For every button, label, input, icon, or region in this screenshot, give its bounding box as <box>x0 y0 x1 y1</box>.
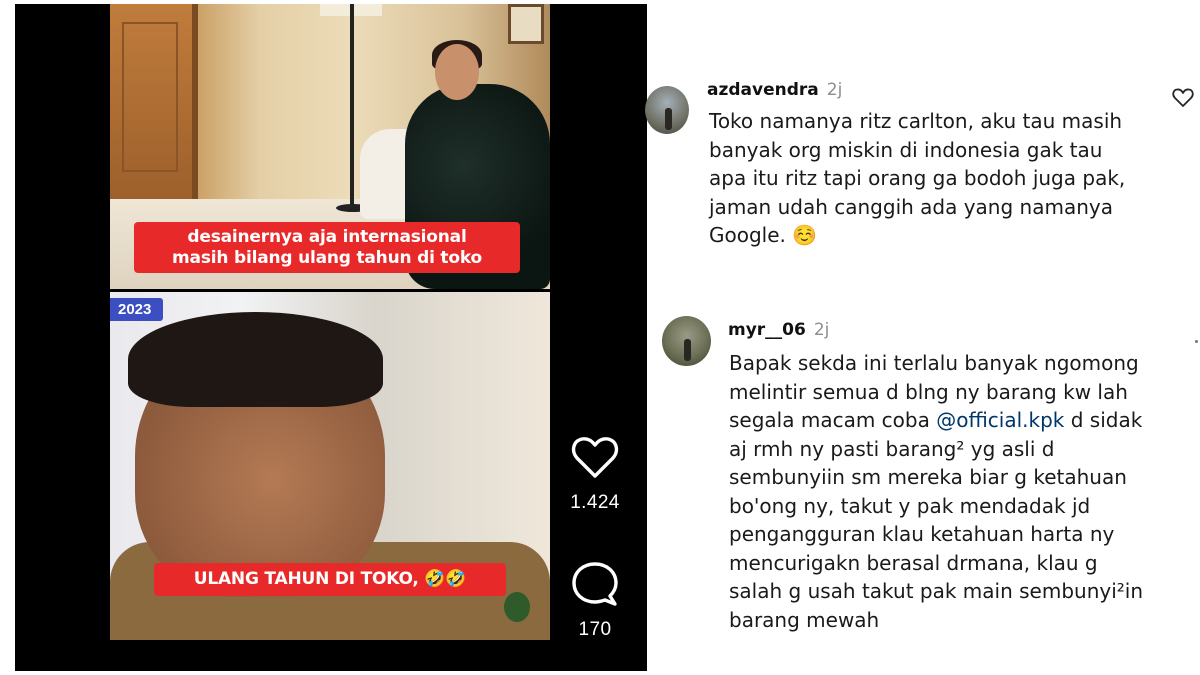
heart-outline-icon <box>571 437 619 478</box>
comment-line: mencurigakn berasal drmana, klau g <box>729 550 1098 575</box>
mention-link[interactable]: @official.kpk <box>936 408 1064 432</box>
man-hair <box>128 312 383 407</box>
username[interactable]: myr__06 <box>728 320 806 340</box>
caption-top-line: masih bilang ulang tahun di toko <box>172 247 482 268</box>
comment-count: 170 <box>578 619 612 640</box>
comment-line: Bapak sekda ini terlalu banyak ngomong <box>729 351 1139 375</box>
comment-line: apa itu ritz tapi orang ga bodoh juga pa… <box>709 166 1126 190</box>
like-button[interactable]: 1.424 <box>563 436 627 514</box>
comment-line: pengangguran klau ketahuan harta ny <box>729 522 1115 546</box>
comment-line-with-mention: segala macam coba @official.kpk d sidak <box>729 406 1143 435</box>
caption-top-line: desainernya aja internasional <box>187 227 467 247</box>
caption-bottom: ULANG TAHUN DI TOKO, 🤣🤣 <box>154 563 506 596</box>
video-clip-top: desainernya aja internasional masih bila… <box>110 4 550 289</box>
comment-time: 2j <box>826 80 843 100</box>
speech-bubble-icon <box>572 562 618 606</box>
comment-header: azdavendra 2j <box>707 80 842 100</box>
comment-line: jaman udah canggih ada yang namanya <box>709 194 1113 219</box>
comment-line: Toko namanya ritz carlton, aku tau masih <box>709 109 1123 133</box>
username[interactable]: azdavendra <box>707 80 819 100</box>
uniform-badge <box>504 592 530 622</box>
video-clip-bottom: 2023 ULANG TAHUN DI TOKO, 🤣🤣 <box>110 292 550 640</box>
comment-text: Toko namanya ritz carlton, aku tau masih… <box>709 107 1125 250</box>
avatar[interactable] <box>662 316 711 366</box>
floor-lamp <box>350 4 354 209</box>
woman-face <box>435 44 479 100</box>
comment-fragment: d sidak <box>1064 408 1143 432</box>
comment-line: barang mewah <box>729 607 880 632</box>
comment-line: bo'ong ny, takut y pak mendadak jd <box>729 493 1091 518</box>
comment-header: myr__06 2j <box>728 320 829 340</box>
year-tag: 2023 <box>110 298 164 321</box>
comment-line: sembunyiin sm mereka biar g ketahuan <box>729 465 1127 489</box>
comment-text: Bapak sekda ini terlalu banyak ngomong m… <box>729 349 1143 634</box>
comment-line: aj rmh ny pasti barang² yg asli d <box>729 436 1055 461</box>
more-options-icon[interactable] <box>1195 340 1198 343</box>
like-count: 1.424 <box>570 492 620 513</box>
reel-video-panel[interactable]: desainernya aja internasional masih bila… <box>15 4 647 671</box>
comment-line: melintir semua d blng ny barang kw lah <box>729 379 1128 404</box>
comment-time: 2j <box>813 320 830 340</box>
comment-line: banyak org miskin di indonesia gak tau <box>709 137 1103 162</box>
wall-frame <box>508 4 544 44</box>
comment-fragment: segala macam coba <box>729 408 937 432</box>
door <box>110 4 198 214</box>
caption-top: desainernya aja internasional masih bila… <box>134 222 520 274</box>
comment-line: Google. ☺️ <box>709 223 818 247</box>
comment-line: salah g usah takut pak main sembunyi²in <box>729 579 1144 603</box>
comment-like-heart-icon[interactable] <box>1172 88 1194 108</box>
comment-button[interactable]: 170 <box>563 561 627 641</box>
avatar[interactable] <box>645 86 689 134</box>
